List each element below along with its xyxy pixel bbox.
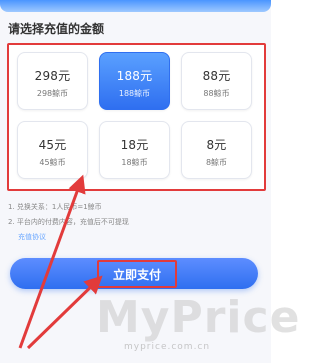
section-title: 请选择充值的金额: [8, 22, 105, 36]
package-coins: 45鲸币: [39, 158, 66, 167]
package-coins: 18鲸币: [121, 158, 148, 167]
watermark-logo-text: MyPrice: [96, 292, 301, 343]
package-card-88[interactable]: 88元 88鲸币: [181, 52, 252, 110]
package-card-45[interactable]: 45元 45鲸币: [17, 121, 88, 179]
package-grid: 298元 298鲸币 188元 188鲸币 88元 88鲸币 45元 45鲸币 …: [9, 45, 264, 189]
package-card-8[interactable]: 8元 8鲸币: [181, 121, 252, 179]
top-banner-strip: [0, 0, 271, 12]
package-coins: 298鲸币: [36, 89, 69, 98]
package-card-188[interactable]: 188元 188鲸币: [99, 52, 170, 110]
note-1: 1. 兑换关系：1人民币=1鲸币: [8, 203, 102, 211]
recharge-agreement-link[interactable]: 充值协议: [18, 232, 46, 242]
package-coins: 88鲸币: [203, 89, 230, 98]
pay-now-button[interactable]: 立即支付: [97, 260, 177, 288]
package-amount: 188元: [116, 69, 153, 83]
package-amount: 88元: [202, 69, 231, 83]
package-amount: 45元: [38, 138, 67, 152]
package-amount: 8元: [206, 138, 227, 152]
note-2: 2. 平台内的付费内容，充值后不可提现: [8, 218, 129, 226]
package-amount: 18元: [120, 138, 149, 152]
watermark: MyPrice myprice.com.cn: [78, 292, 299, 352]
package-card-18[interactable]: 18元 18鲸币: [99, 121, 170, 179]
package-card-298[interactable]: 298元 298鲸币: [17, 52, 88, 110]
package-amount: 298元: [34, 69, 71, 83]
package-panel: 298元 298鲸币 188元 188鲸币 88元 88鲸币 45元 45鲸币 …: [7, 43, 266, 191]
package-coins: 188鲸币: [118, 89, 151, 98]
package-coins: 8鲸币: [205, 158, 228, 167]
recharge-page: 请选择充值的金额 298元 298鲸币 188元 188鲸币 88元 88鲸币 …: [0, 0, 299, 363]
watermark-domain: myprice.com.cn: [124, 342, 211, 352]
